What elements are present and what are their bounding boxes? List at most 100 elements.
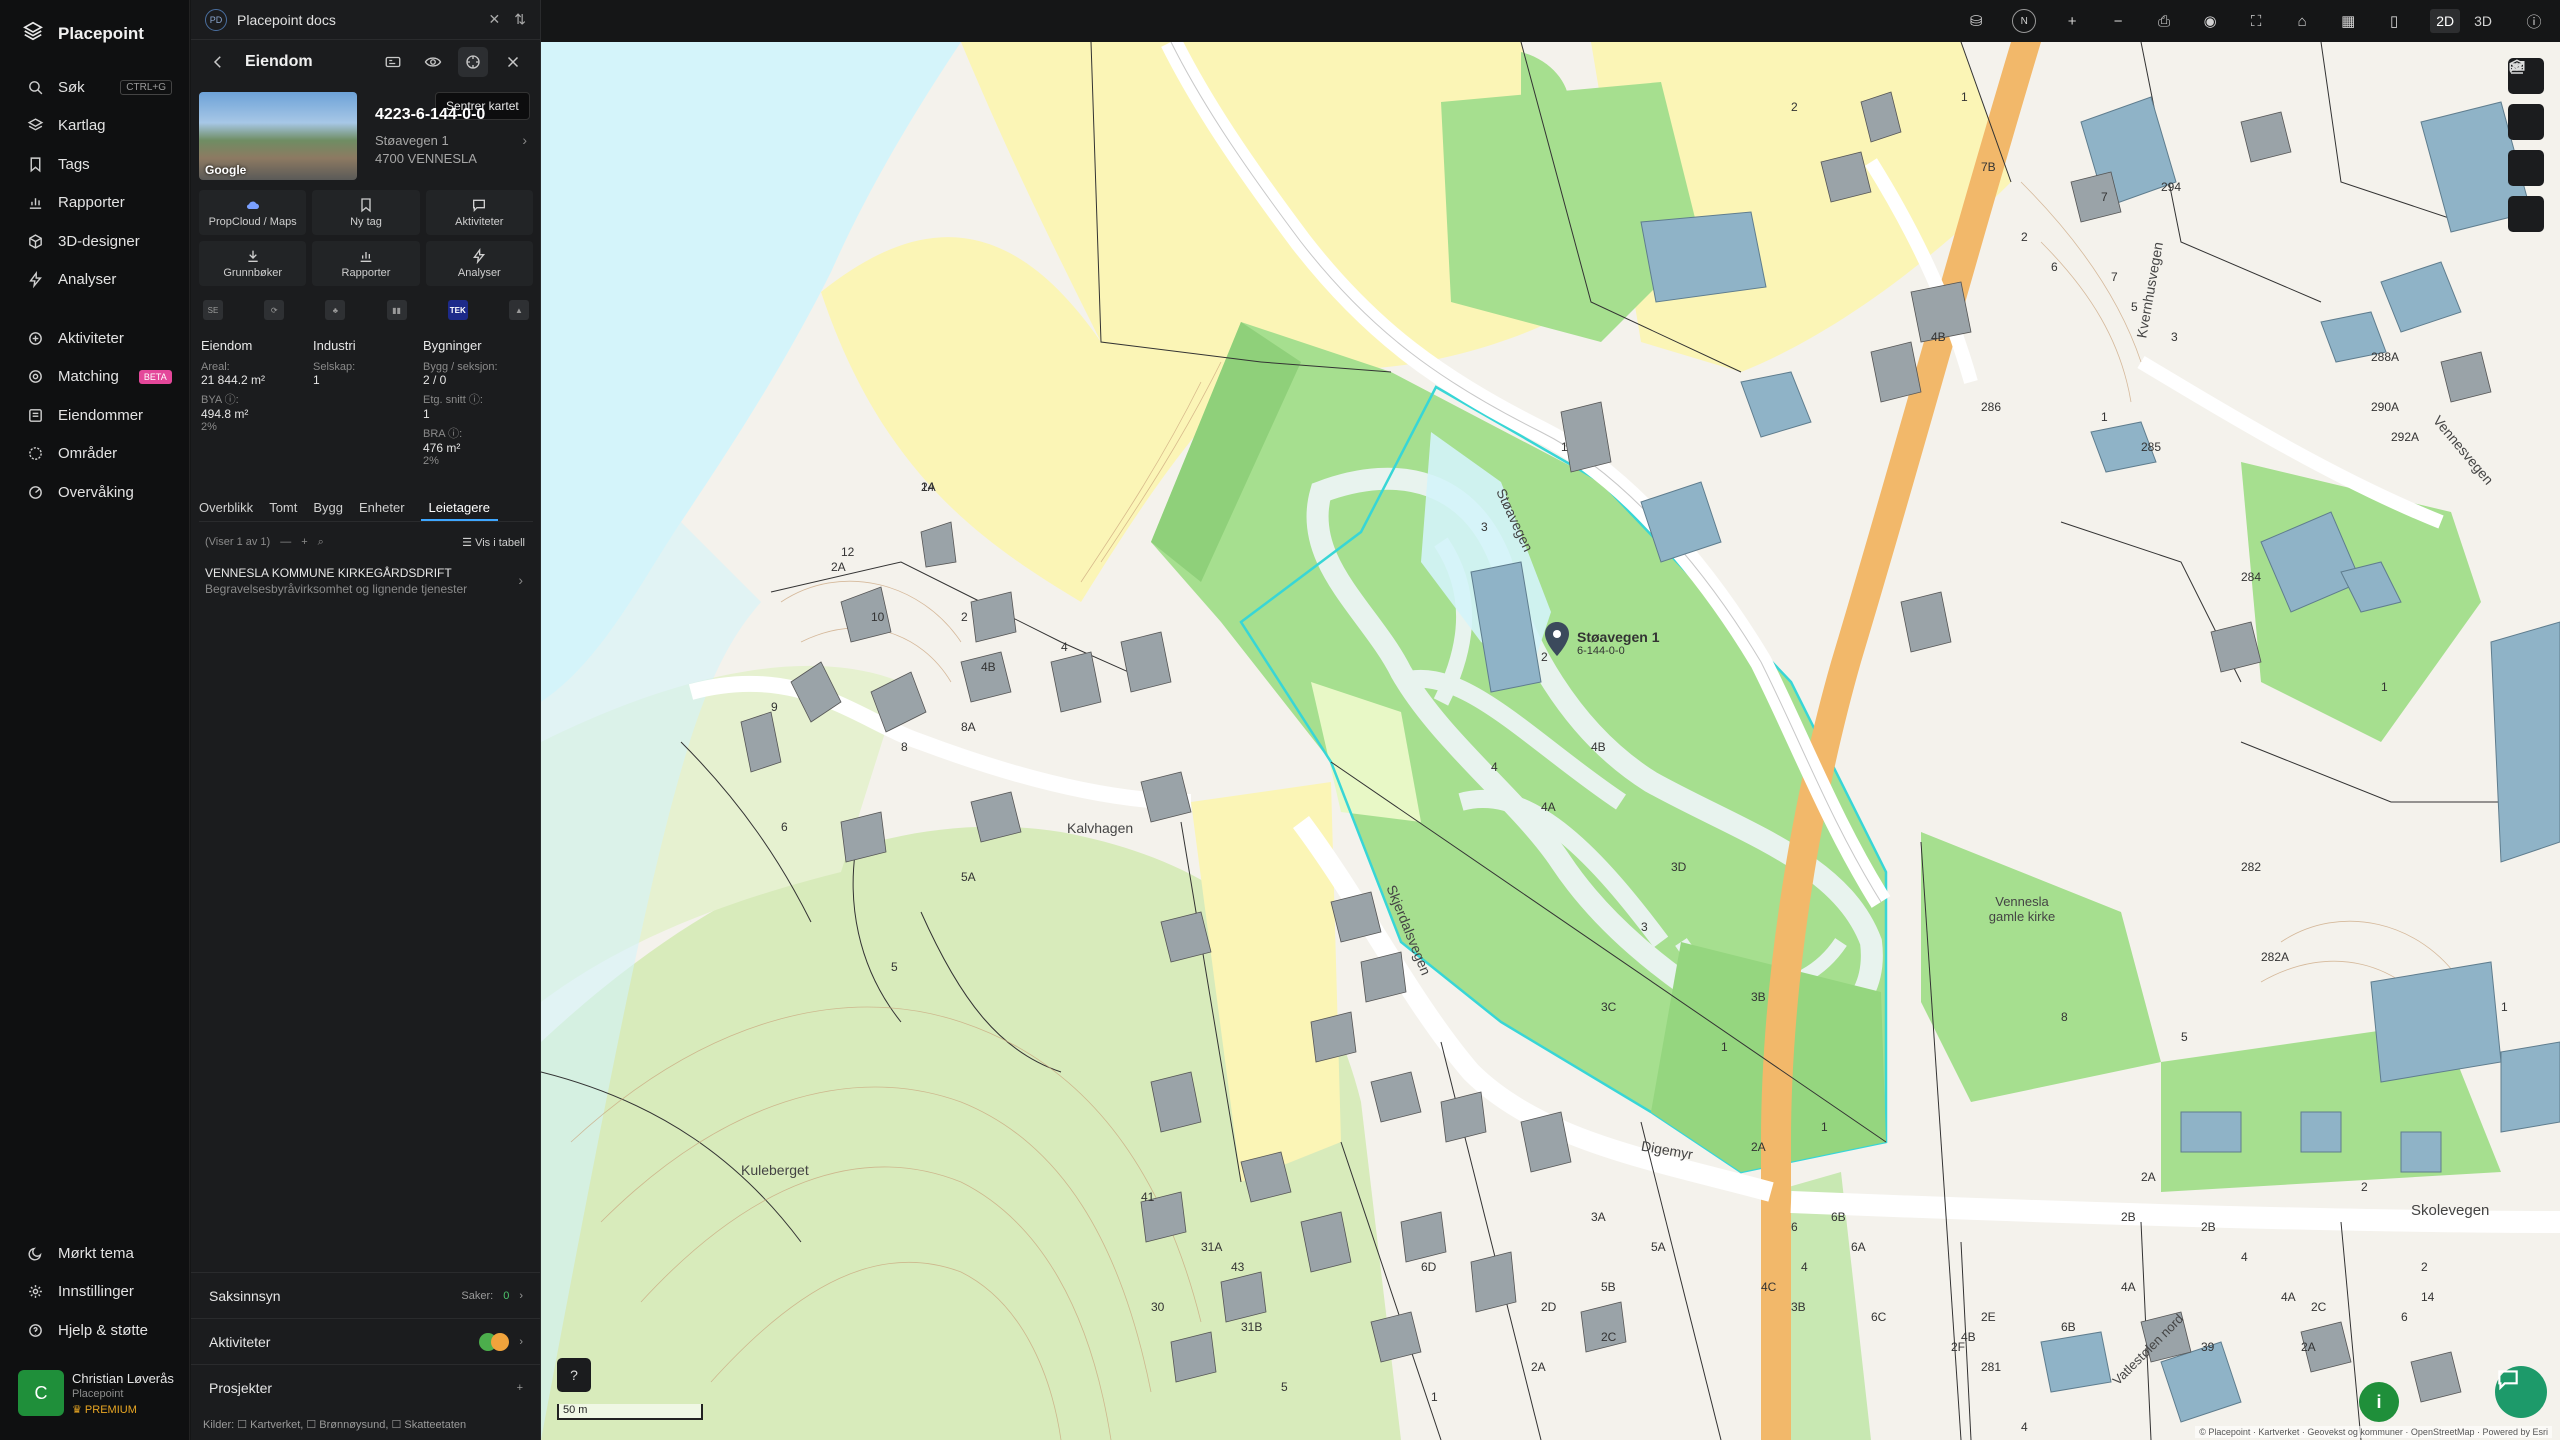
nav-item-3d-designer[interactable]: 3D-designer (0, 222, 190, 261)
stats-heading: Eiendom (201, 338, 253, 353)
nav-item-dark-theme[interactable]: Mørkt tema (0, 1234, 190, 1273)
tab-bygg[interactable]: Bygg (313, 496, 343, 521)
property-thumbnail[interactable]: Google (199, 92, 357, 180)
house-number-label: 290A (2371, 400, 2400, 414)
house-number-label: 2 (1541, 650, 1548, 664)
view-3d-button[interactable]: 3D (2468, 9, 2498, 33)
nav-item-aktiviteter[interactable]: Aktiviteter (0, 319, 190, 358)
nav-item-rapporter[interactable]: Rapporter (0, 184, 190, 223)
grid-icon[interactable]: ▦ (2338, 11, 2358, 31)
tab-leietagere[interactable]: Leietagere (420, 496, 498, 521)
stat-value: 21 844.2 m² (201, 373, 266, 387)
reports-button[interactable]: Rapporter (312, 241, 420, 286)
tab-tomt[interactable]: Tomt (269, 496, 297, 521)
source-warning-icon[interactable]: ▲ (508, 300, 529, 320)
expand-collapse-icon[interactable]: ⇅ (514, 11, 526, 28)
property-stats: Eiendom Areal: 21 844.2 m² BYA ⓘ: 494.8 … (201, 338, 531, 467)
close-panel-button[interactable] (498, 47, 528, 77)
prosjekter-section[interactable]: Prosjekter + (191, 1364, 541, 1410)
house-number-label: 5A (961, 870, 976, 884)
info-icon[interactable]: ⓘ (2524, 11, 2544, 31)
nav-item-omrader[interactable]: Områder (0, 435, 190, 474)
activities-button[interactable]: Aktiviteter (425, 190, 533, 235)
table-view-button[interactable]: ☰ Vis i tabell (462, 536, 525, 549)
document-title[interactable]: Placepoint docs (237, 12, 336, 28)
elevation-button[interactable] (2508, 61, 2544, 232)
source-tree-icon[interactable]: ♣ (325, 300, 346, 320)
minus-icon[interactable]: — (280, 536, 291, 548)
plus-icon[interactable]: + (301, 536, 307, 548)
land-register-button[interactable]: Grunnbøker (199, 241, 307, 286)
back-button[interactable] (203, 47, 233, 77)
nav-item-eiendommer[interactable]: Eiendommer (0, 396, 190, 435)
tier-label: PREMIUM (84, 1403, 137, 1416)
nav-item-label: Aktiviteter (58, 329, 124, 347)
zoom-out-icon[interactable]: − (2108, 11, 2128, 31)
house-number-label: 4C (1761, 1280, 1777, 1294)
user-profile[interactable]: C Christian Løverås Placepoint ♛ PREMIUM (18, 1370, 174, 1416)
new-tag-button[interactable]: Ny tag (312, 190, 420, 235)
close-icon[interactable]: ✕ (489, 11, 501, 28)
plus-icon[interactable]: + (517, 1382, 523, 1394)
nav-item-sok[interactable]: Søk CTRL+G (0, 68, 190, 107)
search-icon[interactable]: ⌕ (318, 536, 324, 549)
house-number-label: 2C (2311, 1300, 2327, 1314)
measure-button[interactable] (2508, 63, 2544, 140)
building-list-icon (26, 406, 44, 424)
compass-icon[interactable]: N (2012, 9, 2037, 33)
nav-item-help[interactable]: Hjelp & støtte (0, 1311, 190, 1350)
house-number-label: 6B (1831, 1210, 1846, 1224)
analyses-button[interactable]: Analyser (425, 241, 533, 286)
nav-item-kartlag[interactable]: Kartlag (0, 107, 190, 146)
property-card[interactable]: Google 4223-6-144-0-0 Støavegen 1 4700 V… (199, 92, 533, 182)
nav-bottom: Mørkt tema Innstillinger Hjelp & støtte (0, 1234, 190, 1350)
nav-item-tags[interactable]: Tags (0, 145, 190, 184)
fullscreen-icon[interactable]: ⛶ (2246, 11, 2266, 31)
tab-overblikk[interactable]: Overblikk (199, 496, 253, 521)
source-refresh-icon[interactable]: ⟳ (264, 300, 285, 320)
aktiviteter-section[interactable]: Aktiviteter › (191, 1318, 541, 1364)
view-2d-button[interactable]: 2D (2430, 9, 2461, 33)
nav-item-matching[interactable]: Matching BETA (0, 358, 190, 397)
brand[interactable]: Placepoint (22, 20, 144, 47)
action-grid: PropCloud / Maps Ny tag Aktiviteter Grun… (199, 190, 533, 286)
tab-enheter[interactable]: Enheter (359, 496, 405, 521)
center-map-button[interactable] (458, 47, 488, 77)
zoom-in-icon[interactable]: + (2062, 11, 2082, 31)
camera-icon[interactable]: ⌂ (2292, 11, 2312, 31)
street-label: Skolevegen (2411, 1202, 2490, 1219)
print-icon[interactable]: ⎙ (2154, 11, 2174, 31)
source-bars-icon[interactable]: ▮▮ (386, 300, 407, 320)
nav-separator (0, 299, 190, 319)
info-button[interactable]: i (2359, 1382, 2399, 1422)
house-number-label: 10 (871, 610, 885, 624)
nav-item-overvaking[interactable]: Overvåking (0, 473, 190, 512)
house-number-label: 3 (1481, 520, 1488, 534)
source-se-icon[interactable]: SE (203, 300, 223, 320)
map-canvas[interactable]: Støavegen Skjerdalsvegen Vennesla gamle … (541, 42, 2560, 1440)
stat-value: 1 (313, 373, 320, 387)
stat-label: Bygg / seksjon: (423, 361, 498, 373)
pin-address: Støavegen 1 (1577, 629, 1660, 645)
propcloud-button[interactable]: PropCloud / Maps (199, 190, 307, 235)
house-number-label: 282A (2261, 950, 2290, 964)
nav-item-settings[interactable]: Innstillinger (0, 1273, 190, 1312)
stat-label: BRA ⓘ: (423, 428, 463, 440)
house-number-label: 7 (2101, 190, 2108, 204)
chat-icon (2498, 1370, 2518, 1391)
map-help-button[interactable]: ? (557, 1358, 591, 1392)
cases-label: Saker: (461, 1289, 494, 1302)
bookmark-icon[interactable]: ▯ (2384, 11, 2404, 31)
visibility-button[interactable] (418, 47, 448, 77)
layers-stack-icon[interactable]: ⛁ (1966, 11, 1986, 31)
list-item[interactable]: VENNESLA KOMMUNE KIRKEGÅRDSDRIFT Begrave… (205, 566, 525, 596)
saksinnsyn-section[interactable]: Saksinnsyn Saker: 0 › (191, 1272, 541, 1318)
source-tek-icon[interactable]: TEK (447, 300, 468, 320)
nav-item-analyser[interactable]: Analyser (0, 261, 190, 300)
eye-icon[interactable]: ◉ (2200, 11, 2220, 31)
id-card-button[interactable] (378, 47, 408, 77)
street-address: Støavegen 1 (375, 133, 449, 148)
chart-button[interactable] (2508, 62, 2544, 186)
chat-button[interactable] (2495, 1366, 2547, 1418)
user-org: Placepoint (72, 1387, 124, 1400)
